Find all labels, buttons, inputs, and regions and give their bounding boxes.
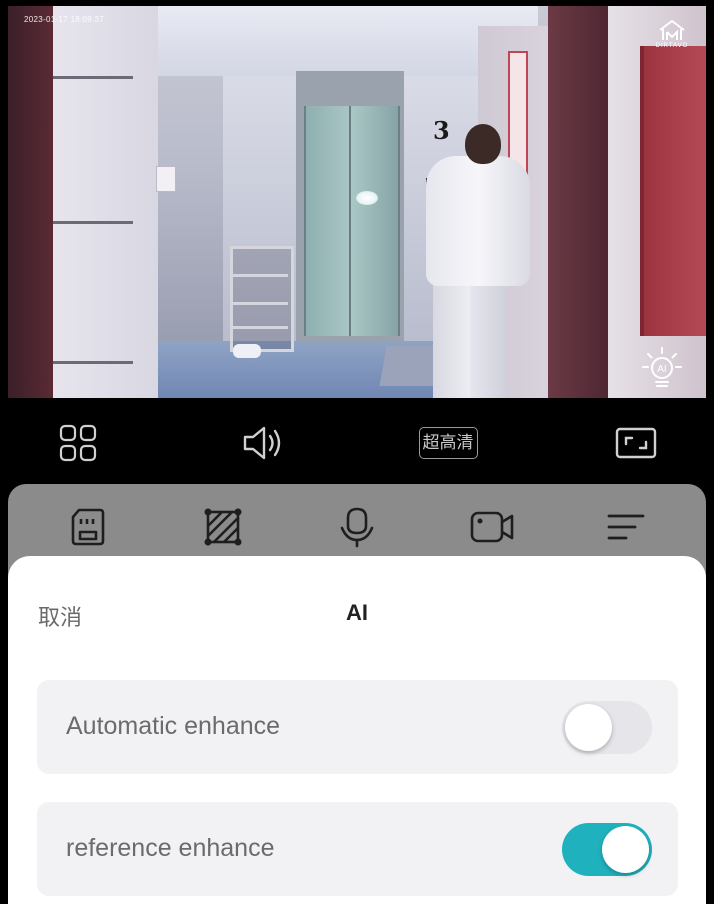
menu-lines-icon [607,514,645,540]
sd-card-button[interactable] [65,504,111,550]
reference-enhance-toggle[interactable] [562,823,652,876]
ai-enhance-icon[interactable]: AI [640,346,684,390]
microphone-button[interactable] [334,504,380,550]
video-record-icon [470,511,514,543]
automatic-enhance-toggle[interactable] [562,701,652,754]
toggle-knob [565,704,612,751]
fullscreen-button[interactable] [613,420,659,466]
floor-sign: 3 [433,116,450,145]
person [433,281,471,398]
camera-video-feed[interactable]: 3 2023-01-17 18:09:37 DIRTAVO AI [8,6,706,398]
video-quality-label: 超高清 [418,427,478,459]
speaker-icon [243,426,281,460]
ai-settings-sheet: 取消 AI Automatic enhance reference enhanc… [8,556,706,904]
crop-region-icon [204,508,242,546]
brand-name: DIRTAVO [655,43,689,49]
app-frame: 3 2023-01-17 18:09:37 DIRTAVO AI 超高清 取消 … [0,0,714,904]
playback-control-bar: 超高清 [8,398,706,488]
toggle-knob [602,826,649,873]
reference-enhance-row: reference enhance [37,802,678,896]
video-quality-button[interactable]: 超高清 [413,420,483,466]
house-logo-icon [659,19,685,40]
ai-badge-label: AI [657,364,666,375]
fullscreen-icon [615,427,657,459]
automatic-enhance-label: Automatic enhance [66,712,281,740]
cancel-button[interactable]: 取消 [38,600,82,632]
layout-grid-button[interactable] [55,420,101,466]
brand-logo: DIRTAVO [654,18,690,54]
shoe-rack [230,246,294,352]
sd-card-icon [71,508,105,546]
grid-four-icon [59,424,97,462]
record-video-button[interactable] [469,504,515,550]
automatic-enhance-row: Automatic enhance [37,680,678,774]
crop-region-button[interactable] [200,504,246,550]
microphone-icon [340,507,374,548]
reference-enhance-label: reference enhance [66,834,275,862]
more-options-button[interactable] [603,504,649,550]
camera-timestamp: 2023-01-17 18:09:37 [24,15,104,24]
sheet-title: AI [346,600,368,625]
volume-button[interactable] [241,420,287,466]
